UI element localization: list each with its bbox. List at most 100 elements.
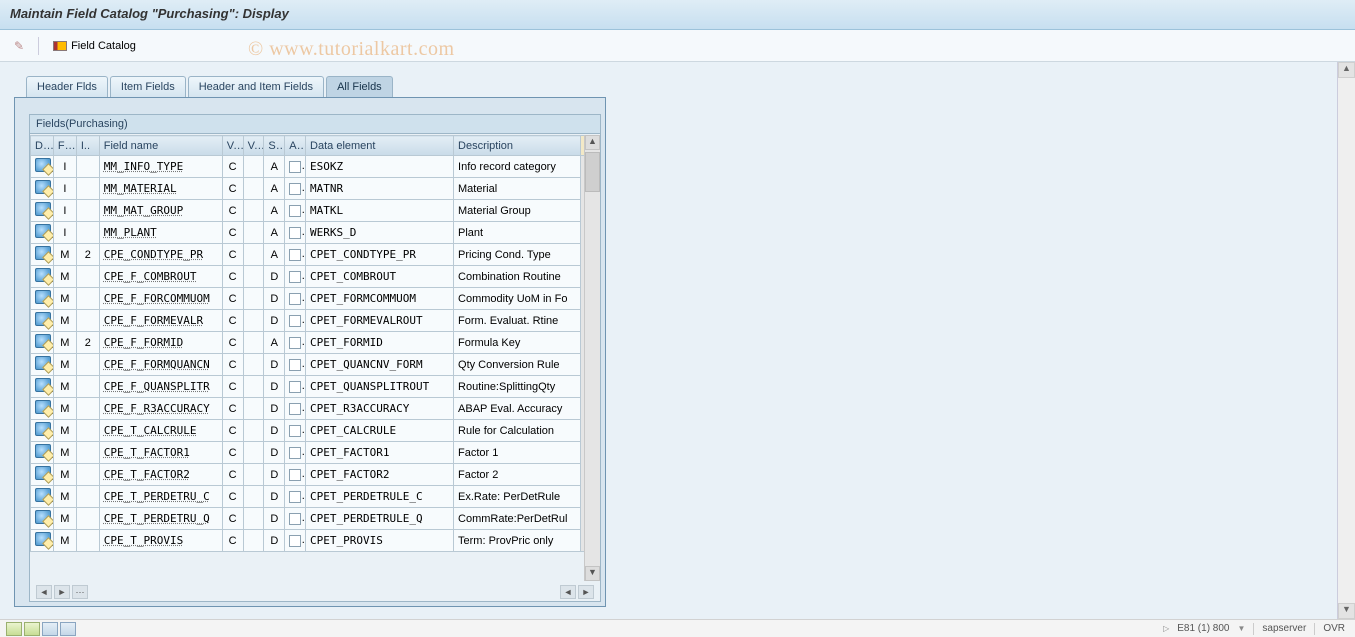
vscroll-up[interactable]: ▲ <box>585 135 600 150</box>
row-detail-button[interactable] <box>31 354 54 376</box>
status-bar: ▷ E81 (1) 800 ▼ sapserver OVR <box>0 619 1355 637</box>
row-detail-button[interactable] <box>31 156 54 178</box>
cell-fieldname[interactable]: CPE_T_PERDETRU_C <box>99 486 222 508</box>
hscroll-marker[interactable]: ⋯ <box>72 585 88 599</box>
cell-fieldname[interactable]: CPE_F_COMBROUT <box>99 266 222 288</box>
tab-item-fields[interactable]: Item Fields <box>110 76 186 97</box>
cell-fieldname[interactable]: CPE_T_PERDETRU_Q <box>99 508 222 530</box>
cell-a-checkbox[interactable] <box>285 486 306 508</box>
row-detail-button[interactable] <box>31 332 54 354</box>
table-header-row: D.. Fi.. I.. Field name V.. V.. S.. A.. … <box>31 136 600 156</box>
cell-a-checkbox[interactable] <box>285 508 306 530</box>
cell-fieldname[interactable]: CPE_T_CALCRULE <box>99 420 222 442</box>
cell-fieldname[interactable]: CPE_F_FORMQUANCN <box>99 354 222 376</box>
edit-wand-button[interactable] <box>10 37 28 55</box>
col-s[interactable]: S.. <box>264 136 285 156</box>
cell-a-checkbox[interactable] <box>285 266 306 288</box>
cell-fieldname[interactable]: MM_PLANT <box>99 222 222 244</box>
cell-a-checkbox[interactable] <box>285 398 306 420</box>
row-detail-button[interactable] <box>31 442 54 464</box>
col-desc[interactable]: Description <box>454 136 581 156</box>
status-btn-4[interactable] <box>60 622 76 636</box>
cell-a-checkbox[interactable] <box>285 332 306 354</box>
row-detail-button[interactable] <box>31 376 54 398</box>
status-btn-3[interactable] <box>42 622 58 636</box>
page-vertical-scrollbar[interactable]: ▲ ▼ <box>1337 62 1355 619</box>
magnifier-icon <box>35 510 51 524</box>
row-detail-button[interactable] <box>31 398 54 420</box>
cell-data-element: WERKS_D <box>306 222 454 244</box>
col-v2[interactable]: V.. <box>243 136 264 156</box>
row-detail-button[interactable] <box>31 178 54 200</box>
cell-a-checkbox[interactable] <box>285 288 306 310</box>
cell-a-checkbox[interactable] <box>285 156 306 178</box>
col-fi[interactable]: Fi.. <box>53 136 76 156</box>
cell-a-checkbox[interactable] <box>285 200 306 222</box>
field-catalog-button[interactable]: Field Catalog <box>49 38 140 54</box>
row-detail-button[interactable] <box>31 486 54 508</box>
cell-description: Factor 1 <box>454 442 581 464</box>
cell-a-checkbox[interactable] <box>285 222 306 244</box>
cell-v: C <box>222 288 243 310</box>
cell-fieldname[interactable]: CPE_F_FORMEVALR <box>99 310 222 332</box>
row-detail-button[interactable] <box>31 288 54 310</box>
col-v[interactable]: V.. <box>222 136 243 156</box>
row-detail-button[interactable] <box>31 464 54 486</box>
cell-a-checkbox[interactable] <box>285 420 306 442</box>
hscroll-left[interactable]: ◄ <box>36 585 52 599</box>
cell-a-checkbox[interactable] <box>285 464 306 486</box>
col-details[interactable]: D.. <box>31 136 54 156</box>
row-detail-button[interactable] <box>31 266 54 288</box>
tab-all-fields[interactable]: All Fields <box>326 76 393 97</box>
table-vertical-scrollbar[interactable]: ▲ ▼ <box>584 135 600 581</box>
cell-description: Combination Routine <box>454 266 581 288</box>
col-a[interactable]: A.. <box>285 136 306 156</box>
cell-fieldname[interactable]: CPE_F_QUANSPLITR <box>99 376 222 398</box>
cell-a-checkbox[interactable] <box>285 376 306 398</box>
hscroll-left-2[interactable]: ◄ <box>560 585 576 599</box>
row-detail-button[interactable] <box>31 530 54 552</box>
row-detail-button[interactable] <box>31 508 54 530</box>
page-scroll-down[interactable]: ▼ <box>1338 603 1355 619</box>
vscroll-thumb[interactable] <box>585 152 600 192</box>
cell-fieldname[interactable]: MM_MATERIAL <box>99 178 222 200</box>
cell-fieldname[interactable]: MM_INFO_TYPE <box>99 156 222 178</box>
cell-a-checkbox[interactable] <box>285 310 306 332</box>
row-detail-button[interactable] <box>31 200 54 222</box>
cell-a-checkbox[interactable] <box>285 244 306 266</box>
row-detail-button[interactable] <box>31 244 54 266</box>
cell-fieldname[interactable]: CPE_F_FORCOMMUOM <box>99 288 222 310</box>
cell-a-checkbox[interactable] <box>285 354 306 376</box>
fields-table-wrap: D.. Fi.. I.. Field name V.. V.. S.. A.. … <box>30 135 600 581</box>
cell-fieldname[interactable]: CPE_F_FORMID <box>99 332 222 354</box>
hscroll-right[interactable]: ► <box>54 585 70 599</box>
cell-fieldname[interactable]: MM_MAT_GROUP <box>99 200 222 222</box>
status-btn-2[interactable] <box>24 622 40 636</box>
cell-fieldname[interactable]: CPE_T_FACTOR2 <box>99 464 222 486</box>
row-detail-button[interactable] <box>31 222 54 244</box>
vscroll-down[interactable]: ▼ <box>585 566 600 581</box>
cell-a-checkbox[interactable] <box>285 530 306 552</box>
tab-header-and-item[interactable]: Header and Item Fields <box>188 76 324 97</box>
checkbox-icon <box>289 337 301 349</box>
cell-fieldname[interactable]: CPE_CONDTYPE_PR <box>99 244 222 266</box>
cell-a-checkbox[interactable] <box>285 178 306 200</box>
col-dataelem[interactable]: Data element <box>306 136 454 156</box>
cell-v: C <box>222 398 243 420</box>
col-fieldname[interactable]: Field name <box>99 136 222 156</box>
cell-i <box>76 222 99 244</box>
row-detail-button[interactable] <box>31 420 54 442</box>
col-i[interactable]: I.. <box>76 136 99 156</box>
status-btn-1[interactable] <box>6 622 22 636</box>
cell-a-checkbox[interactable] <box>285 442 306 464</box>
cell-fi: M <box>53 310 76 332</box>
cell-fieldname[interactable]: CPE_F_R3ACCURACY <box>99 398 222 420</box>
cell-fieldname[interactable]: CPE_T_FACTOR1 <box>99 442 222 464</box>
cell-fieldname[interactable]: CPE_T_PROVIS <box>99 530 222 552</box>
row-detail-button[interactable] <box>31 310 54 332</box>
tab-header-flds[interactable]: Header Flds <box>26 76 108 97</box>
hscroll-right-2[interactable]: ► <box>578 585 594 599</box>
cell-i <box>76 200 99 222</box>
cell-i <box>76 354 99 376</box>
page-scroll-up[interactable]: ▲ <box>1338 62 1355 78</box>
